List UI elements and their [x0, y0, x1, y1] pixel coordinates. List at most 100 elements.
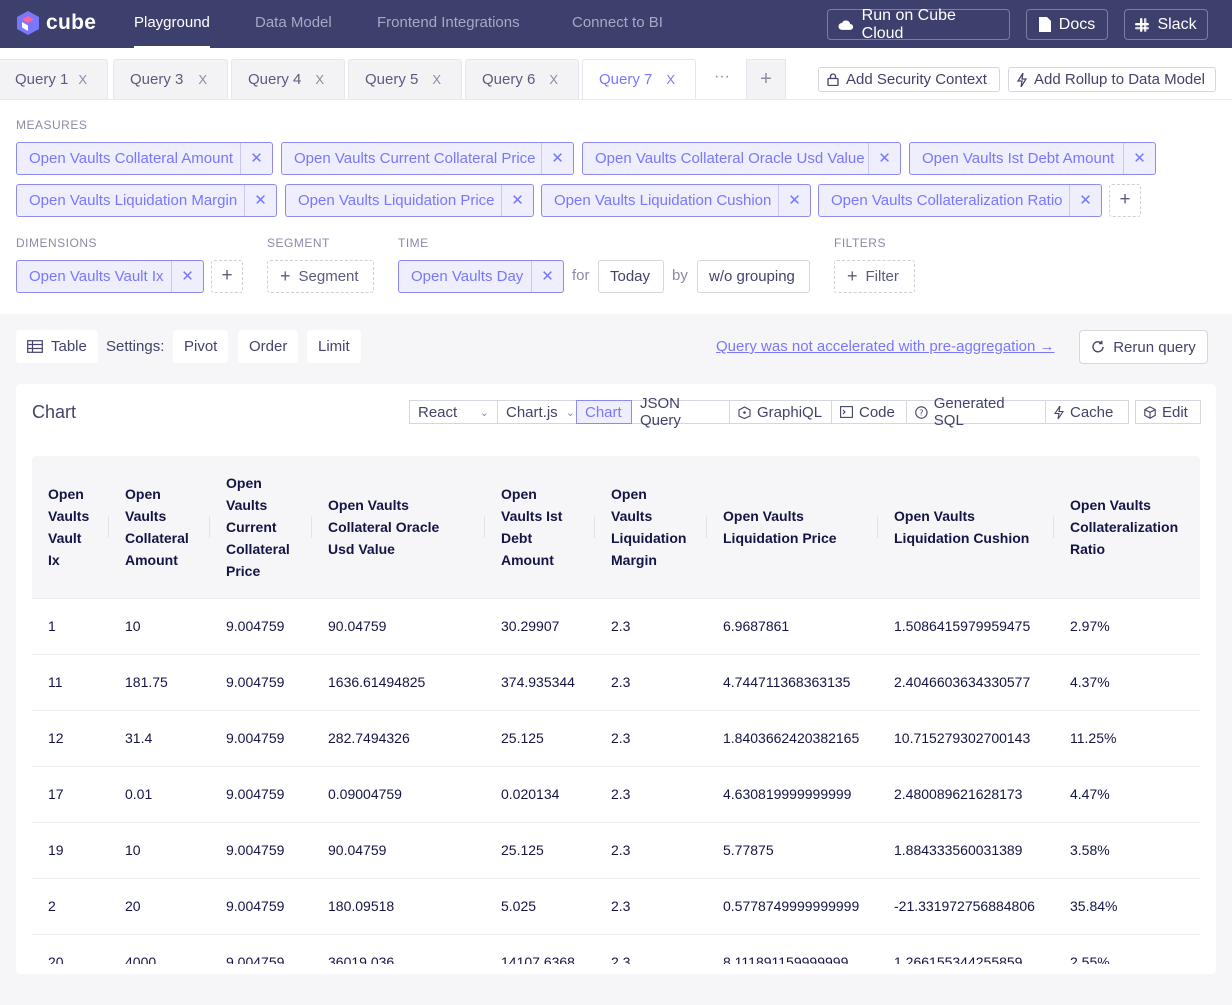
close-icon[interactable]: X [78, 72, 87, 87]
measure-pill[interactable]: Open Vaults Liquidation Price ✕ [285, 184, 534, 217]
table-cell: 2.55% [1054, 934, 1200, 964]
add-security-context-button[interactable]: Add Security Context [818, 67, 1000, 92]
chart-view-button[interactable]: Chart [576, 400, 632, 424]
close-icon[interactable]: X [549, 72, 558, 87]
column-header[interactable]: Open Vaults Current Collateral Price [210, 456, 312, 599]
plus-icon: + [280, 266, 291, 286]
close-icon[interactable]: ✕ [171, 261, 203, 292]
table-cell: 10 [109, 598, 210, 655]
table-cell: 1.266155344255859 [878, 934, 1054, 964]
framework-dropdown[interactable]: React ⌄ [409, 400, 498, 424]
close-icon[interactable]: ✕ [868, 143, 900, 174]
slack-icon [1135, 17, 1150, 32]
tab-query-1[interactable]: Query 1 X [0, 59, 108, 99]
rerun-query-button[interactable]: Rerun query [1079, 330, 1208, 364]
order-button[interactable]: Order [238, 330, 299, 363]
tab-query-7[interactable]: Query 7 X [582, 59, 696, 99]
column-header-label: Open Vaults Liquidation Price [723, 507, 837, 546]
table-header-row: Open Vaults Vault Ix Open Vaults Collater… [32, 456, 1200, 599]
time-dimension-pill[interactable]: Open Vaults Day ✕ [398, 260, 564, 293]
measure-pill[interactable]: Open Vaults Ist Debt Amount ✕ [909, 142, 1156, 175]
close-icon[interactable]: ✕ [1123, 143, 1155, 174]
pre-aggregation-link[interactable]: Query was not accelerated with pre-aggre… [716, 338, 1055, 355]
nav-connect-to-bi[interactable]: Connect to BI [572, 0, 663, 48]
measure-pill[interactable]: Open Vaults Liquidation Cushion ✕ [541, 184, 811, 217]
close-icon[interactable]: ✕ [1069, 185, 1101, 216]
tab-label: Query 5 [365, 71, 419, 88]
measure-pill[interactable]: Open Vaults Liquidation Margin ✕ [16, 184, 277, 217]
add-dimension-button[interactable]: + [211, 260, 243, 293]
column-header[interactable]: Open Vaults Collateralization Ratio [1054, 456, 1200, 599]
column-header[interactable]: Open Vaults Collateral Amount [109, 456, 210, 599]
close-icon[interactable]: ✕ [240, 143, 272, 174]
limit-button[interactable]: Limit [307, 330, 361, 363]
nav-playground[interactable]: Playground [134, 0, 210, 48]
docs-button[interactable]: Docs [1026, 9, 1108, 40]
edit-label: Edit [1162, 403, 1188, 421]
table-cell: 180.09518 [312, 878, 485, 935]
close-icon[interactable]: ✕ [244, 185, 276, 216]
framework-label: React [418, 403, 458, 421]
table-cell: -21.331972756884806 [878, 878, 1054, 935]
close-icon[interactable]: ✕ [541, 143, 573, 174]
generated-sql-view-button[interactable]: ? Generated SQL [907, 395, 1046, 429]
table-button[interactable]: Table [16, 330, 98, 363]
chart-card: Chart React ⌄ Chart.js ⌄ Chart JSON Quer… [16, 384, 1216, 974]
dimension-pill[interactable]: Open Vaults Vault Ix ✕ [16, 260, 204, 293]
add-filter-button[interactable]: + Filter [834, 260, 915, 293]
chart-library-dropdown[interactable]: Chart.js ⌄ [498, 400, 584, 424]
close-icon[interactable]: X [315, 72, 324, 87]
cache-label: Cache [1070, 403, 1114, 421]
table-cell: 4.744711368363135 [707, 654, 878, 711]
add-measure-button[interactable]: + [1109, 184, 1141, 217]
nav-frontend-integrations[interactable]: Frontend Integrations [377, 0, 520, 48]
date-range-select[interactable]: Today [598, 260, 664, 293]
column-header[interactable]: Open Vaults Collateral Oracle Usd Value [312, 456, 485, 599]
column-header[interactable]: Open Vaults Ist Debt Amount [485, 456, 595, 599]
more-tabs-button[interactable]: ··· [704, 59, 740, 99]
lock-icon [827, 73, 839, 86]
cache-view-button[interactable]: Cache [1046, 400, 1129, 424]
table-cell: 35.84% [1054, 878, 1200, 935]
add-rollup-button[interactable]: Add Rollup to Data Model [1008, 67, 1216, 92]
cube-logo[interactable]: cube [16, 10, 96, 36]
graphiql-icon [738, 405, 751, 419]
close-icon[interactable]: X [198, 72, 207, 87]
slack-button[interactable]: Slack [1124, 9, 1208, 40]
run-on-cube-cloud-button[interactable]: Run on Cube Cloud [827, 7, 1010, 42]
column-header[interactable]: Open Vaults Liquidation Margin [595, 456, 707, 599]
chevron-down-icon: ⌄ [565, 406, 575, 419]
tab-query-5[interactable]: Query 5 X [348, 59, 462, 99]
code-view-button[interactable]: Code [832, 400, 907, 424]
measure-pill[interactable]: Open Vaults Current Collateral Price ✕ [281, 142, 574, 175]
add-segment-button[interactable]: + Segment [267, 260, 374, 293]
table-cell: 2.4046603634330577 [878, 654, 1054, 711]
close-icon[interactable]: ✕ [501, 185, 533, 216]
close-icon[interactable]: ✕ [778, 185, 810, 216]
measure-pill[interactable]: Open Vaults Collateralization Ratio ✕ [818, 184, 1102, 217]
tab-query-3[interactable]: Query 3 X [113, 59, 228, 99]
measure-label: Open Vaults Liquidation Cushion [554, 192, 772, 209]
column-header[interactable]: Open Vaults Liquidation Cushion [878, 456, 1054, 599]
graphiql-view-button[interactable]: GraphiQL [730, 400, 832, 424]
edit-button[interactable]: Edit [1135, 400, 1201, 424]
column-header[interactable]: Open Vaults Vault Ix [32, 456, 109, 599]
tab-query-4[interactable]: Query 4 X [231, 59, 345, 99]
measure-pill[interactable]: Open Vaults Collateral Amount ✕ [16, 142, 273, 175]
close-icon[interactable]: X [666, 72, 675, 87]
for-label: for [572, 267, 590, 284]
close-icon[interactable]: ✕ [531, 261, 563, 292]
nav-data-model[interactable]: Data Model [255, 0, 332, 48]
pivot-button[interactable]: Pivot [173, 330, 229, 363]
close-icon[interactable]: X [432, 72, 441, 87]
measure-pill[interactable]: Open Vaults Collateral Oracle Usd Value … [582, 142, 901, 175]
json-query-view-button[interactable]: JSON Query [632, 395, 730, 429]
granularity-select[interactable]: w/o grouping [697, 260, 810, 293]
measure-label: Open Vaults Liquidation Price [298, 192, 495, 209]
tab-query-6[interactable]: Query 6 X [465, 59, 579, 99]
table-row: 11 181.75 9.004759 1636.61494825 374.935344 2… [32, 654, 1200, 711]
lightning-icon [1054, 405, 1064, 419]
table-cell: 6.9687861 [707, 598, 878, 655]
add-tab-button[interactable]: + [746, 59, 786, 99]
column-header[interactable]: Open Vaults Liquidation Price [707, 456, 878, 599]
